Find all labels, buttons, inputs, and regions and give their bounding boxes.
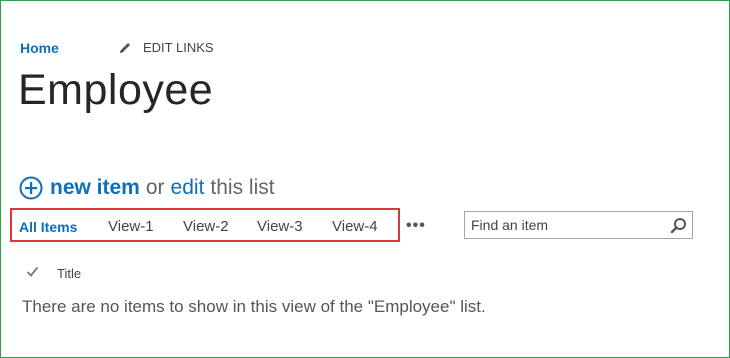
more-views-button[interactable]: ••• [406,217,426,235]
tab-view-2[interactable]: View-2 [183,218,229,235]
tab-view-4[interactable]: View-4 [332,218,378,235]
tab-view-1[interactable]: View-1 [108,218,154,235]
search-input[interactable] [465,213,661,237]
new-item-row: new item or edit this list [19,175,275,201]
checkmark-icon[interactable] [26,265,39,278]
or-text: or [145,176,165,199]
column-header-title[interactable]: Title [57,266,81,281]
plus-circle-icon[interactable] [19,176,43,200]
page-title: Employee [18,66,214,114]
top-nav: Home [20,39,59,57]
tab-all-items[interactable]: All Items [19,219,77,235]
edit-links-label: EDIT LINKS [143,40,214,55]
empty-list-message: There are no items to show in this view … [22,297,486,316]
search-icon[interactable] [670,217,687,234]
search-box [464,211,693,239]
tab-view-3[interactable]: View-3 [257,218,303,235]
home-link[interactable]: Home [20,40,59,56]
edit-list-link[interactable]: edit [171,176,205,200]
this-list-text: this list [210,176,275,199]
pencil-icon [120,42,130,53]
new-item-link[interactable]: new item [50,176,140,200]
edit-links-button[interactable]: EDIT LINKS [118,40,214,55]
